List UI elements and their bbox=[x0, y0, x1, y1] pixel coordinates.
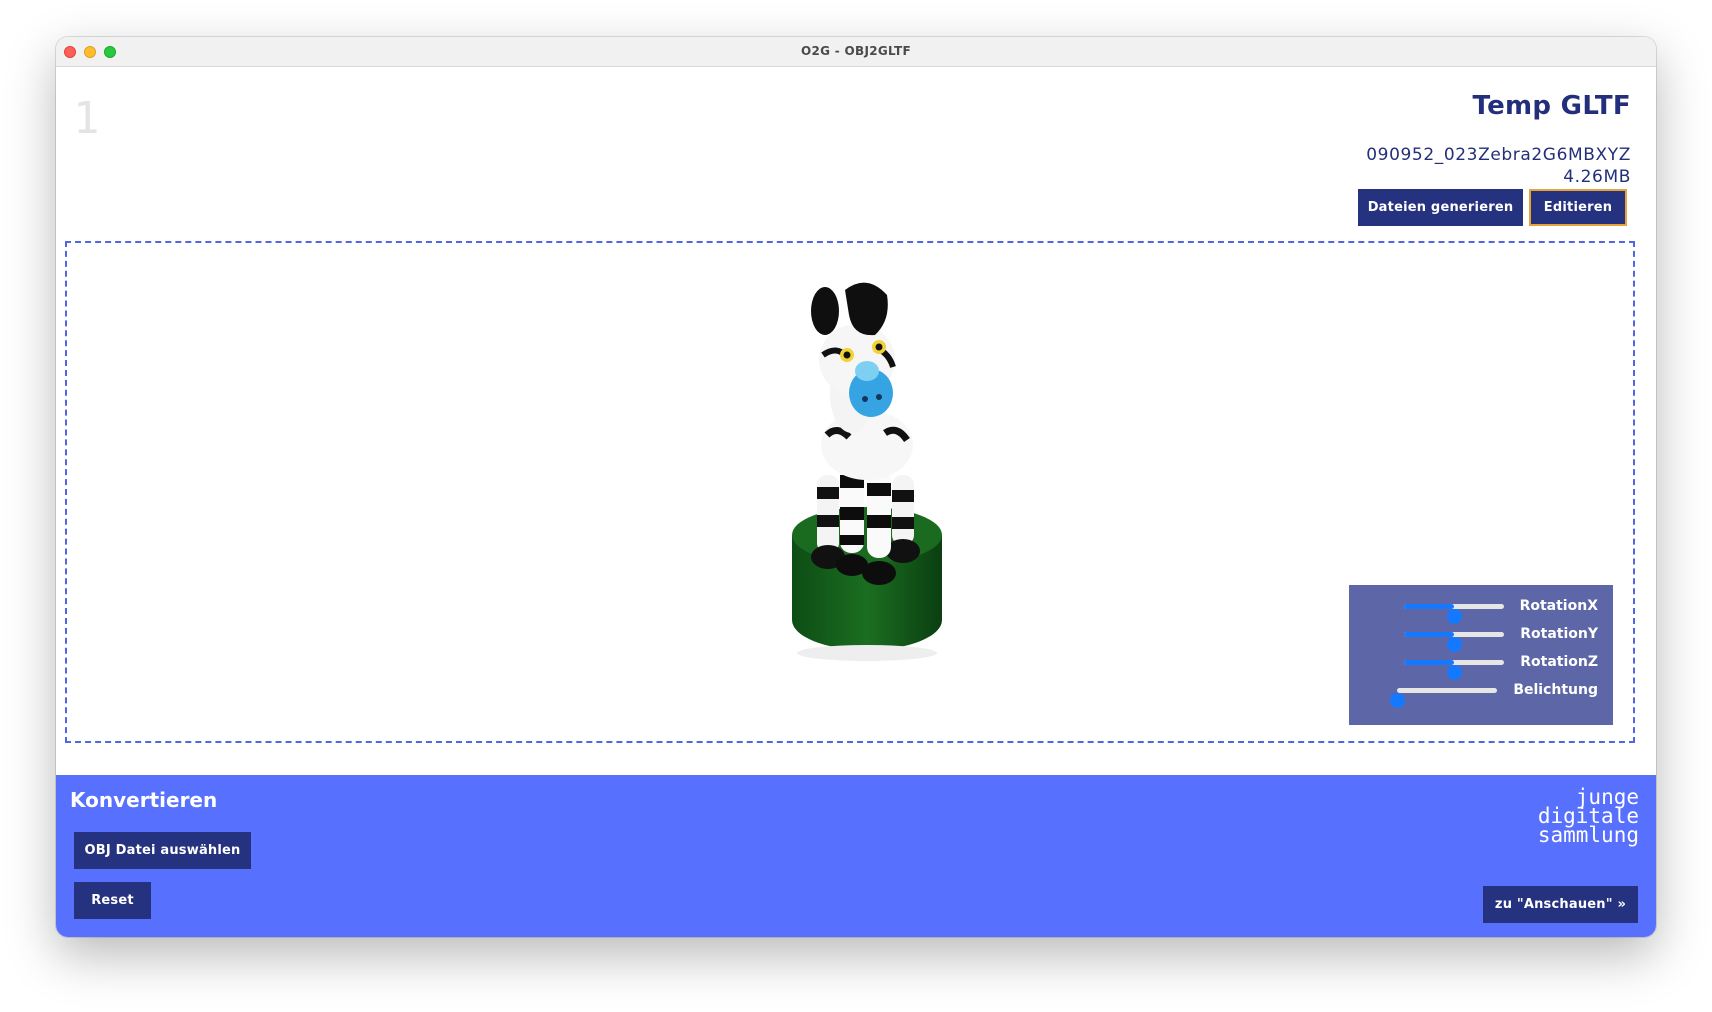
reset-button[interactable]: Reset bbox=[74, 882, 151, 919]
go-to-view-button[interactable]: zu "Anschauen" » bbox=[1483, 886, 1638, 923]
page-title: Temp GLTF bbox=[1472, 91, 1631, 121]
footer-title: Konvertieren bbox=[70, 788, 218, 812]
viewer-controls-panel: RotationX RotationY RotationZ Belichtung bbox=[1349, 585, 1613, 725]
rotation-y-slider[interactable] bbox=[1404, 632, 1504, 652]
file-size: 4.26MB bbox=[1563, 167, 1631, 187]
file-name: 090952_023Zebra2G6MBXYZ bbox=[1366, 145, 1631, 165]
rotation-x-fill bbox=[1404, 604, 1454, 609]
rotation-z-fill bbox=[1404, 660, 1454, 665]
exposure-control: Belichtung bbox=[1349, 678, 1613, 708]
rotation-z-label: RotationZ bbox=[1520, 654, 1598, 670]
rotation-y-control: RotationY bbox=[1349, 622, 1613, 652]
app-window: O2G - OBJ2GLTF 1 Temp GLTF 090952_023Zeb… bbox=[56, 37, 1656, 937]
zebra-model[interactable] bbox=[757, 275, 977, 695]
junge-digitale-sammlung-logo: junge digitale sammlung bbox=[1537, 787, 1639, 847]
rotation-y-label: RotationY bbox=[1520, 626, 1598, 642]
rotation-x-control: RotationX bbox=[1349, 594, 1613, 624]
window-title: O2G - OBJ2GLTF bbox=[801, 44, 911, 58]
title-bar: O2G - OBJ2GLTF bbox=[56, 37, 1656, 67]
edit-button[interactable]: Editieren bbox=[1529, 189, 1627, 226]
step-number: 1 bbox=[73, 93, 100, 144]
exposure-thumb[interactable] bbox=[1390, 693, 1405, 708]
rotation-x-label: RotationX bbox=[1519, 598, 1598, 614]
rotation-x-slider[interactable] bbox=[1404, 604, 1504, 624]
exposure-label: Belichtung bbox=[1513, 682, 1598, 698]
select-obj-file-button[interactable]: OBJ Datei auswählen bbox=[74, 832, 251, 869]
exposure-slider[interactable] bbox=[1390, 688, 1497, 708]
footer-panel: Konvertieren OBJ Datei auswählen Reset z… bbox=[56, 775, 1656, 937]
logo-line-3: sammlung bbox=[1537, 823, 1639, 847]
rotation-z-control: RotationZ bbox=[1349, 650, 1613, 680]
generate-files-button[interactable]: Dateien generieren bbox=[1358, 189, 1523, 226]
rotation-z-slider[interactable] bbox=[1404, 660, 1504, 680]
rotation-y-fill bbox=[1404, 632, 1454, 637]
